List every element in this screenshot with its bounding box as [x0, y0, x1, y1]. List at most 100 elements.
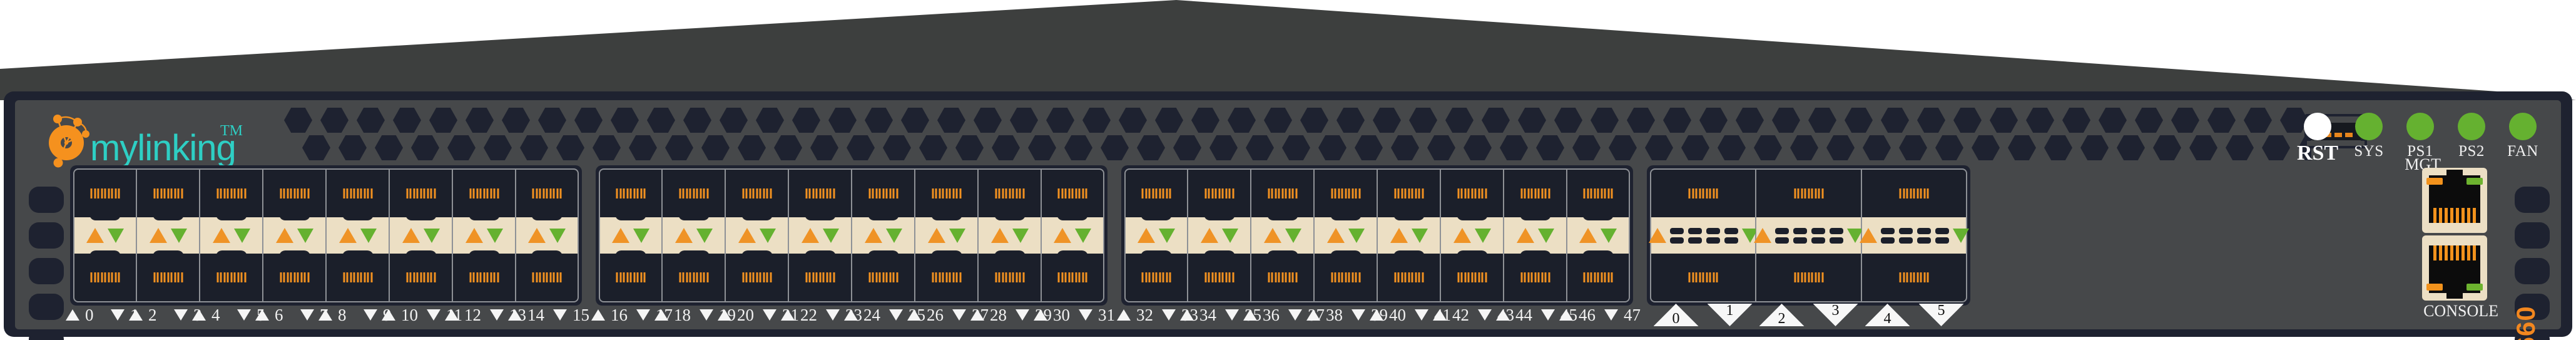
cage-lip-top — [678, 213, 710, 220]
cage-lip-top — [1519, 213, 1551, 220]
sfp-port-cage[interactable] — [263, 168, 326, 302]
port-led-bar — [469, 188, 499, 198]
sfp-port-cage[interactable] — [516, 168, 579, 302]
port-direction-down-indicator — [486, 228, 503, 243]
sfp-port-cage[interactable] — [1504, 168, 1567, 302]
port-cage-band — [453, 213, 515, 258]
cage-lip-top — [468, 213, 500, 220]
port-direction-up-indicator — [339, 228, 357, 243]
vent-slot — [29, 329, 64, 340]
port-led-bar — [1141, 188, 1171, 198]
qsfp-port-cage[interactable] — [1859, 168, 1969, 302]
port-led-bar — [153, 272, 183, 282]
port-led-bar — [932, 188, 961, 198]
port-cage-band — [74, 213, 136, 258]
port-direction-up-indicator — [675, 228, 693, 243]
sfp-port-cage[interactable] — [725, 168, 788, 302]
label-down-arrow-icon — [1604, 309, 1618, 321]
port-direction-down-indicator — [297, 228, 313, 243]
sfp-port-cage[interactable] — [73, 168, 136, 302]
hex-vent — [847, 135, 875, 160]
hex-vent — [1336, 108, 1365, 133]
port-cage-band — [327, 213, 389, 258]
sfp-group-1 — [70, 165, 582, 306]
reset-button[interactable]: RST — [2297, 113, 2338, 165]
hex-vent — [974, 108, 1002, 133]
hex-vent — [357, 108, 385, 133]
port-number-up: 8 — [338, 305, 347, 324]
sfp-port-cage[interactable] — [1188, 168, 1251, 302]
label-down-arrow-icon — [1478, 309, 1492, 321]
hex-vent — [1046, 108, 1074, 133]
port-led-bar — [679, 272, 708, 282]
sfp-port-cage[interactable] — [1440, 168, 1504, 302]
port-led-bar — [868, 272, 898, 282]
cage-lip-top — [1266, 213, 1298, 220]
sfp-port-cage[interactable] — [1251, 168, 1314, 302]
sfp-port-cage[interactable] — [599, 168, 662, 302]
rj45-port-upper[interactable] — [2422, 168, 2487, 233]
cage-lip-bottom — [678, 250, 710, 258]
qsfp-port-cage[interactable] — [1648, 168, 1758, 302]
qsfp-label-down: 5 — [1918, 302, 1964, 328]
hex-vent — [302, 135, 330, 160]
port-led-bar — [90, 188, 120, 198]
led-ps1: PS1 — [2402, 113, 2438, 160]
port-cage-band — [852, 213, 914, 258]
hex-vent — [1082, 108, 1111, 133]
sfp-port-cage[interactable] — [1377, 168, 1440, 302]
hex-vent — [1119, 108, 1147, 133]
sfp-group-2 — [596, 165, 1107, 306]
led-ps2: PS2 — [2453, 113, 2490, 160]
label-down-arrow-icon — [1352, 309, 1365, 321]
port-led-bar — [1394, 272, 1423, 282]
sfp-port-cage[interactable] — [1041, 168, 1104, 302]
label-down-arrow-icon — [636, 309, 650, 321]
sfp-port-cage[interactable] — [1124, 168, 1188, 302]
port-number-up: 32 — [1136, 305, 1153, 324]
cage-lip-bottom — [468, 250, 500, 258]
port-direction-down-indicator — [949, 228, 965, 243]
port-label-pair: 20 21 — [718, 302, 799, 328]
sfp-port-cage[interactable] — [136, 168, 200, 302]
port-cage-band — [137, 213, 199, 258]
label-down-arrow-icon — [427, 309, 440, 321]
sfp-port-cage[interactable] — [326, 168, 389, 302]
ps2-led-indicator — [2458, 113, 2485, 140]
sfp-port-cage[interactable] — [200, 168, 263, 302]
label-up-arrow-icon — [781, 309, 795, 321]
hex-vent — [683, 108, 711, 133]
port-direction-down-indicator — [885, 228, 902, 243]
fan-led-label: FAN — [2507, 143, 2538, 160]
sfp-port-cage[interactable] — [662, 168, 725, 302]
port-direction-up-indicator — [738, 228, 756, 243]
port-led-bar — [1583, 188, 1613, 198]
hex-vent — [1972, 135, 2000, 160]
label-down-arrow-icon — [1225, 309, 1239, 321]
port-number-up: 30 — [1053, 305, 1070, 324]
sfp-port-cage[interactable] — [1314, 168, 1377, 302]
sfp-group-1-labels: 0 1 2 3 4 5 6 7 8 9 10 11 12 13 14 15 — [66, 302, 589, 328]
cage-lip-top — [152, 213, 184, 220]
qsfp-port-cage[interactable] — [1754, 168, 1863, 302]
sfp-port-cage[interactable] — [452, 168, 516, 302]
port-label-pair: 23 — [129, 302, 202, 328]
hex-vent — [2008, 135, 2036, 160]
sfp-port-cage[interactable] — [389, 168, 452, 302]
port-label-pair: 34 35 — [1180, 302, 1261, 328]
label-up-arrow-icon — [1180, 309, 1194, 321]
sfp-port-cage[interactable] — [852, 168, 915, 302]
sfp-port-cage[interactable] — [1567, 168, 1630, 302]
trademark-symbol: TM — [220, 123, 243, 139]
sfp-port-cage[interactable] — [978, 168, 1041, 302]
port-led-bar — [280, 272, 309, 282]
sfp-port-cage[interactable] — [915, 168, 978, 302]
port-direction-down-indicator — [759, 228, 776, 243]
sfp-port-cage[interactable] — [788, 168, 852, 302]
port-direction-down-indicator — [1474, 228, 1491, 243]
hex-vent — [574, 108, 603, 133]
label-down-arrow-icon — [1079, 309, 1092, 321]
port-led-bar — [216, 188, 246, 198]
rj45-port-lower[interactable] — [2422, 235, 2487, 301]
rj45-link-led-orange — [2426, 284, 2443, 291]
